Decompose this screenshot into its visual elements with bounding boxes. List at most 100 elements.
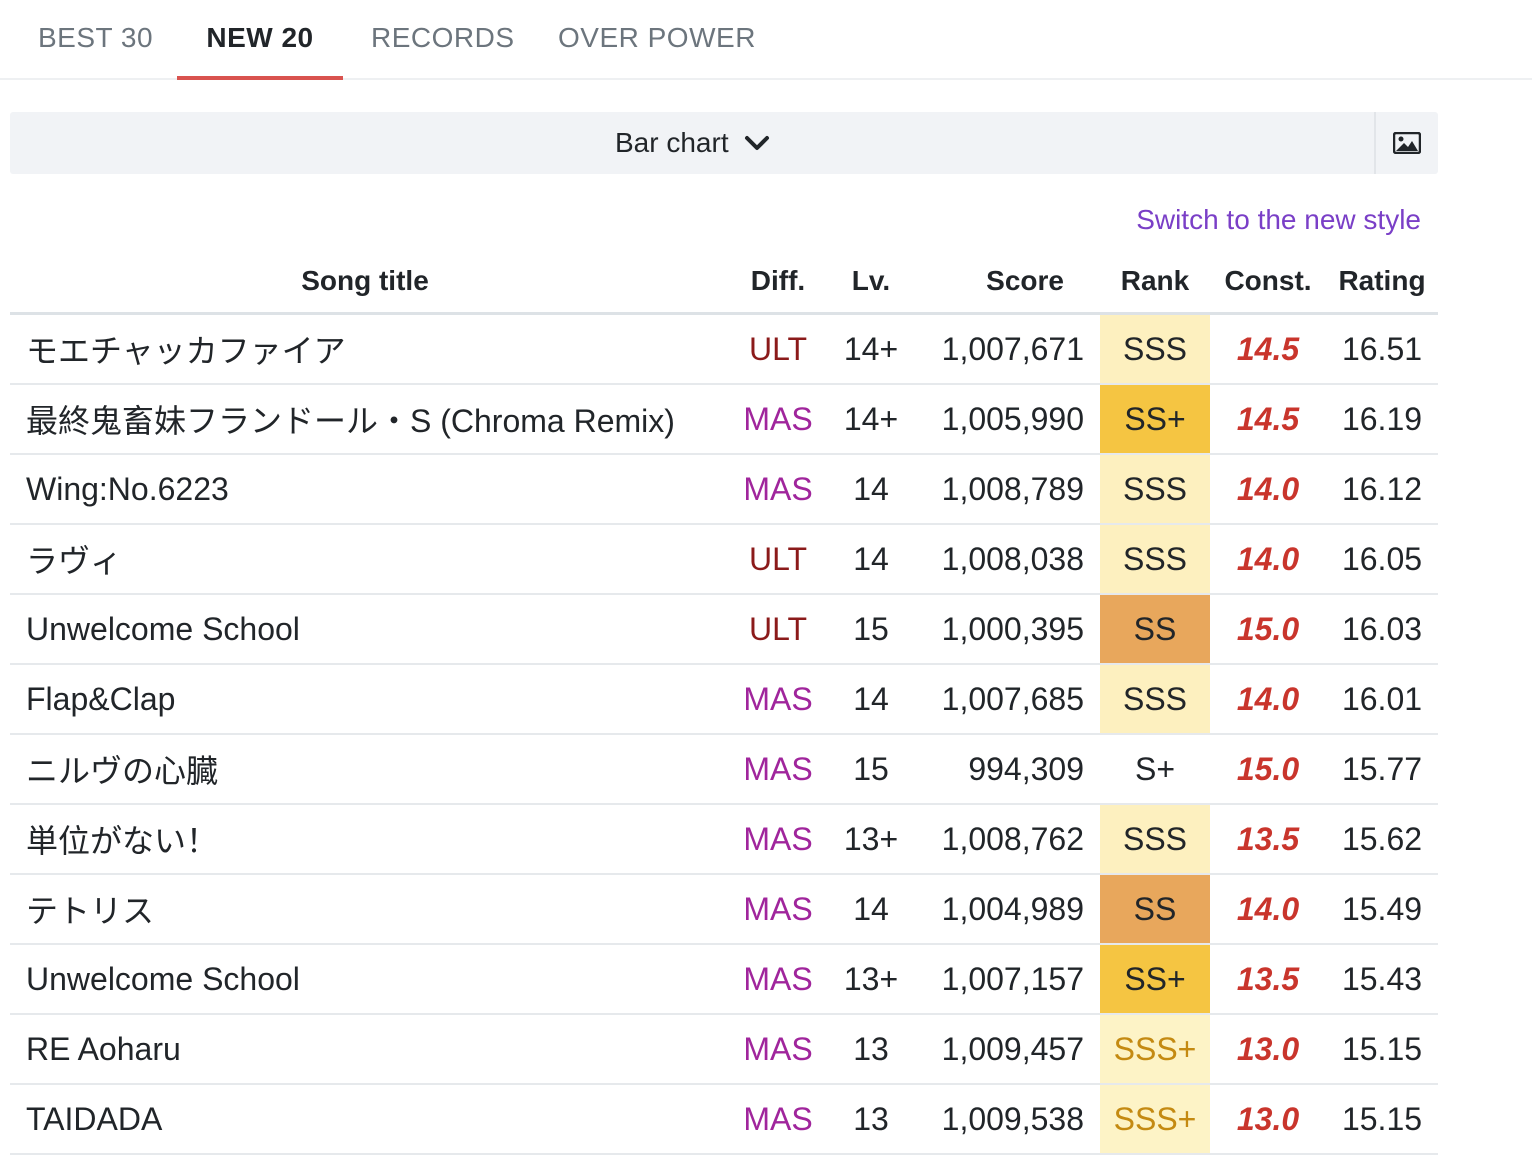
score-cell: 1,000,395 (906, 594, 1100, 665)
song-title-cell[interactable]: TAIDADA (10, 1084, 720, 1155)
rating-cell: 16.51 (1326, 313, 1438, 385)
song-title-cell[interactable]: 最終鬼畜妹フランドール・S (Chroma Remix) (10, 384, 720, 455)
diff-cell: MAS (720, 1084, 836, 1155)
tab-bar: BEST 30 NEW 20 RECORDS OVER POWER (0, 0, 1532, 80)
tab-records[interactable]: RECORDS (371, 0, 515, 78)
image-export-button[interactable] (1374, 112, 1438, 174)
const-cell: 15.0 (1210, 594, 1326, 665)
score-cell: 1,004,989 (906, 874, 1100, 945)
table-header-row: Song title Diff. Lv. Score Rank Const. R… (10, 250, 1438, 315)
rating-cell: 15.15 (1326, 1084, 1438, 1155)
song-title-cell[interactable]: RE Aoharu (10, 1014, 720, 1085)
rating-cell: 16.19 (1326, 384, 1438, 455)
diff-cell: ULT (720, 313, 836, 385)
song-title-cell[interactable]: モエチャッカファイア (10, 313, 720, 385)
diff-cell: MAS (720, 384, 836, 455)
rating-cell: 15.62 (1326, 804, 1438, 875)
score-cell: 1,007,157 (906, 944, 1100, 1015)
level-cell: 14 (836, 524, 906, 595)
header-score[interactable]: Score (906, 250, 1100, 315)
rating-cell: 15.43 (1326, 944, 1438, 1015)
song-title-cell[interactable]: テトリス (10, 874, 720, 945)
header-level[interactable]: Lv. (836, 250, 906, 315)
song-title-cell[interactable]: ニルヴの心臓 (10, 734, 720, 805)
level-cell: 15 (836, 734, 906, 805)
const-cell: 13.0 (1210, 1084, 1326, 1155)
score-cell: 1,007,685 (906, 664, 1100, 735)
rank-cell: SS+ (1100, 944, 1210, 1015)
table-row: RE Aoharu MAS 13 1,009,457 SSS+ 13.0 15.… (10, 1014, 1438, 1085)
switch-style-link[interactable]: Switch to the new style (1136, 204, 1421, 236)
table-row: Flap&Clap MAS 14 1,007,685 SSS 14.0 16.0… (10, 664, 1438, 735)
const-cell: 15.0 (1210, 734, 1326, 805)
rank-cell: SS (1100, 874, 1210, 945)
song-title-cell[interactable]: 単位がない！ (10, 804, 720, 875)
level-cell: 13 (836, 1014, 906, 1085)
ratings-table: Song title Diff. Lv. Score Rank Const. R… (10, 250, 1438, 1155)
const-cell: 14.5 (1210, 313, 1326, 385)
song-title-cell[interactable]: Unwelcome School (10, 944, 720, 1015)
rank-cell: SSS+ (1100, 1014, 1210, 1085)
const-cell: 14.0 (1210, 874, 1326, 945)
song-title-cell[interactable]: Flap&Clap (10, 664, 720, 735)
const-cell: 14.0 (1210, 454, 1326, 525)
chart-type-dropdown[interactable]: Bar chart (615, 112, 770, 174)
diff-cell: ULT (720, 594, 836, 665)
rating-cell: 16.03 (1326, 594, 1438, 665)
table-row: 単位がない！ MAS 13+ 1,008,762 SSS 13.5 15.62 (10, 804, 1438, 875)
tab-over-power[interactable]: OVER POWER (558, 0, 756, 78)
header-rank[interactable]: Rank (1100, 250, 1210, 315)
const-cell: 13.5 (1210, 944, 1326, 1015)
table-row: Wing:No.6223 MAS 14 1,008,789 SSS 14.0 1… (10, 454, 1438, 525)
song-title-cell[interactable]: ラヴィ (10, 524, 720, 595)
const-cell: 13.5 (1210, 804, 1326, 875)
rank-cell: SS (1100, 594, 1210, 665)
level-cell: 13 (836, 1084, 906, 1155)
table-row: Unwelcome School MAS 13+ 1,007,157 SS+ 1… (10, 944, 1438, 1015)
table-row: テトリス MAS 14 1,004,989 SS 14.0 15.49 (10, 874, 1438, 945)
level-cell: 15 (836, 594, 906, 665)
diff-cell: MAS (720, 734, 836, 805)
rating-cell: 15.77 (1326, 734, 1438, 805)
diff-cell: ULT (720, 524, 836, 595)
score-cell: 1,008,038 (906, 524, 1100, 595)
tab-best-30[interactable]: BEST 30 (38, 0, 153, 78)
rank-cell: SSS+ (1100, 1084, 1210, 1155)
rating-cell: 15.49 (1326, 874, 1438, 945)
header-rating[interactable]: Rating (1326, 250, 1438, 315)
score-cell: 1,009,457 (906, 1014, 1100, 1085)
rating-cell: 15.15 (1326, 1014, 1438, 1085)
score-cell: 1,007,671 (906, 313, 1100, 385)
const-cell: 14.0 (1210, 524, 1326, 595)
level-cell: 14+ (836, 384, 906, 455)
rating-cell: 16.12 (1326, 454, 1438, 525)
song-title-cell[interactable]: Unwelcome School (10, 594, 720, 665)
table-row: モエチャッカファイア ULT 14+ 1,007,671 SSS 14.5 16… (10, 313, 1438, 385)
level-cell: 14+ (836, 313, 906, 385)
rating-cell: 16.01 (1326, 664, 1438, 735)
table-row: Unwelcome School ULT 15 1,000,395 SS 15.… (10, 594, 1438, 665)
image-icon (1393, 132, 1421, 154)
table-row: 最終鬼畜妹フランドール・S (Chroma Remix) MAS 14+ 1,0… (10, 384, 1438, 455)
rank-cell: SSS (1100, 664, 1210, 735)
rating-cell: 16.05 (1326, 524, 1438, 595)
table-row: ラヴィ ULT 14 1,008,038 SSS 14.0 16.05 (10, 524, 1438, 595)
rank-cell: S+ (1100, 734, 1210, 805)
table-row: TAIDADA MAS 13 1,009,538 SSS+ 13.0 15.15 (10, 1084, 1438, 1155)
diff-cell: MAS (720, 664, 836, 735)
chevron-down-icon (745, 135, 770, 150)
header-const[interactable]: Const. (1210, 250, 1326, 315)
level-cell: 14 (836, 874, 906, 945)
score-cell: 1,008,762 (906, 804, 1100, 875)
table-row: ニルヴの心臓 MAS 15 994,309 S+ 15.0 15.77 (10, 734, 1438, 805)
level-cell: 13+ (836, 804, 906, 875)
rank-cell: SSS (1100, 454, 1210, 525)
chart-toolbar: Bar chart (10, 112, 1438, 174)
score-cell: 994,309 (906, 734, 1100, 805)
tab-new-20[interactable]: NEW 20 (177, 0, 343, 80)
level-cell: 14 (836, 454, 906, 525)
song-title-cell[interactable]: Wing:No.6223 (10, 454, 720, 525)
header-song-title[interactable]: Song title (10, 250, 720, 315)
const-cell: 14.5 (1210, 384, 1326, 455)
header-diff[interactable]: Diff. (720, 250, 836, 315)
